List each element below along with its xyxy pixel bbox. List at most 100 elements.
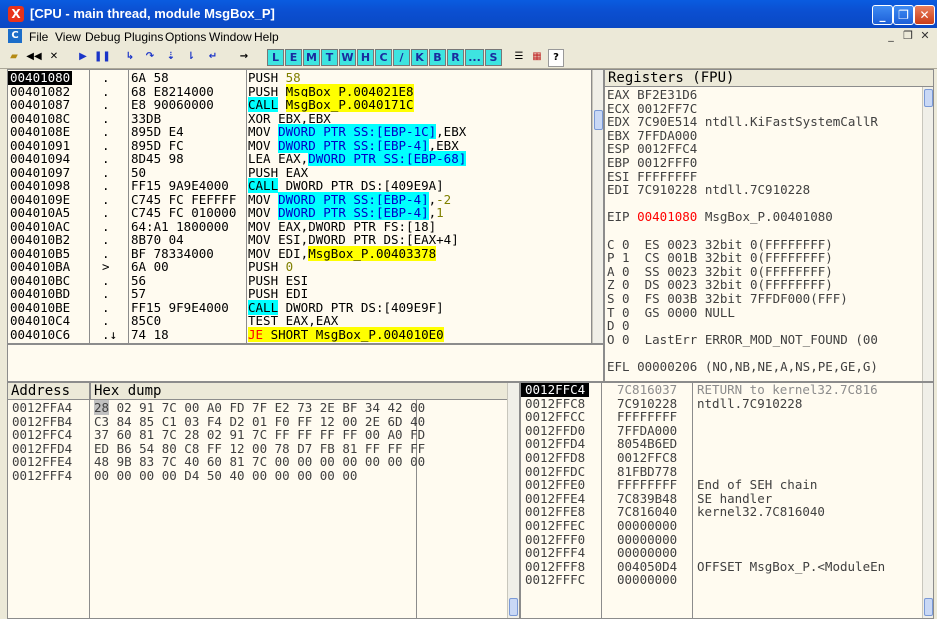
disasm-row[interactable]: 00401082. 68 E8214000 PUSH MsgBox_P.004021… (8, 83, 591, 99)
stack-row[interactable]: 0012FFF0 00000000 (521, 533, 921, 547)
stack-row[interactable]: 0012FFC8 7C910228 ntdll.7C910228 (521, 397, 921, 411)
patches-window-button[interactable]: / (393, 49, 410, 66)
threads-window-button[interactable]: T (321, 49, 338, 66)
disassembly-pane[interactable]: 00401080. 6A 58 PUSH 58 00401082. 68 E821400… (7, 69, 604, 344)
dump-row[interactable]: 0012FFF4 00 00 00 00 D4 50 40 00 00 00 00… (8, 469, 508, 483)
disasm-row[interactable]: 004010AC. 64:A1 1800000 MOV EAX,DWORD PTR … (8, 219, 591, 234)
memory-window-button[interactable]: M (303, 49, 320, 66)
stack-scrollbar[interactable] (922, 383, 933, 618)
stop-icon[interactable]: ✕ (46, 49, 62, 65)
mdi-minimize-button[interactable]: _ (884, 29, 898, 43)
disasm-row[interactable]: 004010B2. 8B70 04 MOV ESI,DWORD PTR DS:[EA… (8, 233, 591, 247)
menu-debug[interactable]: Debug (85, 30, 120, 44)
disasm-row[interactable]: 004010A5. C745 FC 010000 MOV DWORD PTR SS:… (8, 205, 591, 220)
stack-row[interactable]: 0012FFCC FFFFFFFF (521, 410, 921, 424)
step-into-icon[interactable]: ↳ (122, 49, 138, 65)
stack-row[interactable]: 0012FFE8 7C816040 kernel32.7C816040 (521, 505, 921, 519)
stack-row[interactable]: 0012FFEC 00000000 (521, 519, 921, 533)
dump-row[interactable]: 0012FFE4 48 9B 83 7C 40 60 81 7C 00 00 00… (8, 455, 508, 469)
stack-row[interactable]: 0012FFF4 00000000 (521, 546, 921, 560)
stack-row[interactable]: 0012FFD4 8054B6ED (521, 437, 921, 451)
disasm-row[interactable]: 00401094. 8D45 98 LEA EAX,DWORD PTR SS:[EB… (8, 151, 591, 166)
log-window-button[interactable]: L (267, 49, 284, 66)
disasm-jump-mark: . (102, 178, 110, 193)
mdi-close-button[interactable]: ✕ (918, 29, 932, 43)
dump-hex-header[interactable]: Hex dump (90, 383, 508, 400)
disasm-row[interactable]: 00401097. 50 PUSH EAX (8, 165, 591, 180)
menu-view[interactable]: View (55, 30, 81, 44)
options-grid-icon[interactable]: ▦ (530, 49, 544, 65)
open-icon[interactable]: ▰ (6, 49, 22, 65)
disasm-address: 004010B5 (10, 245, 71, 261)
run-trace-window-button[interactable]: ... (465, 49, 484, 66)
disasm-row[interactable]: 00401091. 895D FC MOV DWORD PTR SS:[EBP-4]… (8, 137, 591, 153)
disasm-row[interactable]: 004010BE. FF15 9F9E4000 CALL DWORD PTR DS:… (8, 299, 591, 315)
disasm-row[interactable]: 004010B5. BF 78334000 MOV EDI,MsgBox_P.004… (8, 245, 591, 261)
menu-file[interactable]: File (29, 30, 48, 44)
stack-value: 00000000 (617, 518, 678, 533)
app-icon[interactable]: X (8, 6, 24, 22)
stack-row[interactable]: 0012FFFC 00000000 (521, 573, 921, 587)
stack-pane[interactable]: 0012FFC4 7C816037 RETURN to kernel32.7C816… (520, 382, 934, 619)
registers-header[interactable]: Registers (FPU) (605, 70, 933, 87)
disasm-row[interactable]: 00401080. 6A 58 PUSH 58 (8, 71, 591, 85)
dump-row[interactable]: 0012FFD4 ED B6 54 80 C8 FF 12 00 78 D7 FB… (8, 442, 508, 456)
disasm-row[interactable]: 004010C6 .↓ 74 18 JE SHORT MsgBox_P.004010E… (8, 326, 591, 342)
restart-icon[interactable]: ◀◀ (26, 49, 42, 65)
dump-scrollbar[interactable] (507, 383, 519, 618)
disasm-row[interactable]: 004010BD. 57 PUSH EDI (8, 287, 591, 301)
dump-hex: 28 02 91 7C 00 A0 FD 7F E2 73 2E BF 34 4… (94, 400, 426, 415)
registers-scrollbar[interactable] (922, 87, 933, 381)
registers-pane[interactable]: Registers (FPU) EAX BF2E31D6 ECX 0012FF7C… (604, 69, 934, 382)
pause-icon[interactable]: ❚❚ (94, 49, 111, 65)
stack-row[interactable]: 0012FFDC 81FBD778 (521, 465, 921, 479)
disasm-instruction: JE SHORT MsgBox_P.004010E0 (248, 326, 444, 342)
stack-row[interactable]: 0012FFE0 FFFFFFFF End of SEH chain (521, 478, 921, 492)
list-icon[interactable]: ☰ (512, 49, 526, 65)
dump-row[interactable]: 0012FFB4 C3 84 85 C1 03 F4 D2 01 F0 FF 12… (8, 415, 508, 429)
menu-options[interactable]: Options (165, 30, 206, 44)
stack-row[interactable]: 0012FFD8 0012FFC8 (521, 451, 921, 465)
menu-plugins[interactable]: Plugins (124, 30, 163, 44)
help-icon[interactable]: ? (548, 49, 564, 67)
step-over-icon[interactable]: ↷ (142, 49, 158, 65)
stack-row[interactable]: 0012FFF8 004050D4 OFFSET MsgBox_P.<ModuleE… (521, 560, 921, 574)
disasm-row[interactable]: 00401087. E8 90060000 CALL MsgBox_P.004017… (8, 97, 591, 112)
dump-address-header[interactable]: Address (8, 383, 90, 400)
disasm-row[interactable]: 00401098. FF15 9A9E4000 CALL DWORD PTR DS:… (8, 178, 591, 193)
run-icon[interactable]: ▶ (76, 49, 90, 65)
disasm-row[interactable]: 0040108C. 33DB XOR EBX,EBX (8, 111, 591, 126)
menu-help[interactable]: Help (254, 30, 279, 44)
disassembly-scrollbar[interactable] (592, 70, 603, 343)
trace-into-icon[interactable]: ⇣ (163, 49, 179, 65)
modules-window-button[interactable]: E (285, 49, 302, 66)
handles-window-button[interactable]: H (357, 49, 374, 66)
menu-window[interactable]: Window (209, 30, 252, 44)
stack-row[interactable]: 0012FFD0 7FFDA000 (521, 424, 921, 438)
call-stack-window-button[interactable]: K (411, 49, 428, 66)
stack-row[interactable]: 0012FFE4 7C839B48 SE handler (521, 492, 921, 506)
cpu-window-button[interactable]: C (375, 49, 392, 66)
trace-over-icon[interactable]: ⇂ (183, 49, 199, 65)
references-window-button[interactable]: R (447, 49, 464, 66)
windows-window-button[interactable]: W (339, 49, 356, 66)
title-bar[interactable]: X [CPU - main thread, module MsgBox_P] _… (0, 0, 937, 28)
minimize-button[interactable]: _ (872, 5, 893, 25)
cpu-window-icon[interactable]: C (8, 29, 22, 43)
breakpoints-window-button[interactable]: B (429, 49, 446, 66)
hex-dump-pane[interactable]: Address Hex dump 0012FFA4 28 02 91 7C 00 … (7, 382, 520, 619)
close-button[interactable]: ✕ (914, 5, 935, 25)
dump-row[interactable]: 0012FFC4 37 60 81 7C 28 02 91 7C FF FF FF… (8, 428, 508, 442)
disasm-row[interactable]: 004010BC. 56 PUSH ESI (8, 273, 591, 288)
disasm-row[interactable]: 004010C4. 85C0 TEST EAX,EAX (8, 314, 591, 328)
disasm-row[interactable]: 0040109E. C745 FC FEFFFF MOV DWORD PTR SS:… (8, 191, 591, 207)
disasm-row[interactable]: 004010BA >6A 00 PUSH 0 (8, 260, 591, 274)
execute-till-return-icon[interactable]: ↵ (205, 49, 221, 65)
dump-row[interactable]: 0012FFA4 28 02 91 7C 00 A0 FD 7F E2 73 2E… (8, 400, 508, 415)
stack-row[interactable]: 0012FFC4 7C816037 RETURN to kernel32.7C816 (521, 383, 921, 397)
mdi-restore-button[interactable]: ❐ (901, 29, 915, 43)
disasm-row[interactable]: 0040108E. 895D E4 MOV DWORD PTR SS:[EBP-1C… (8, 124, 591, 139)
source-window-button[interactable]: S (485, 49, 502, 66)
maximize-button[interactable]: ❐ (893, 5, 914, 25)
go-to-address-icon[interactable]: → (236, 49, 252, 65)
